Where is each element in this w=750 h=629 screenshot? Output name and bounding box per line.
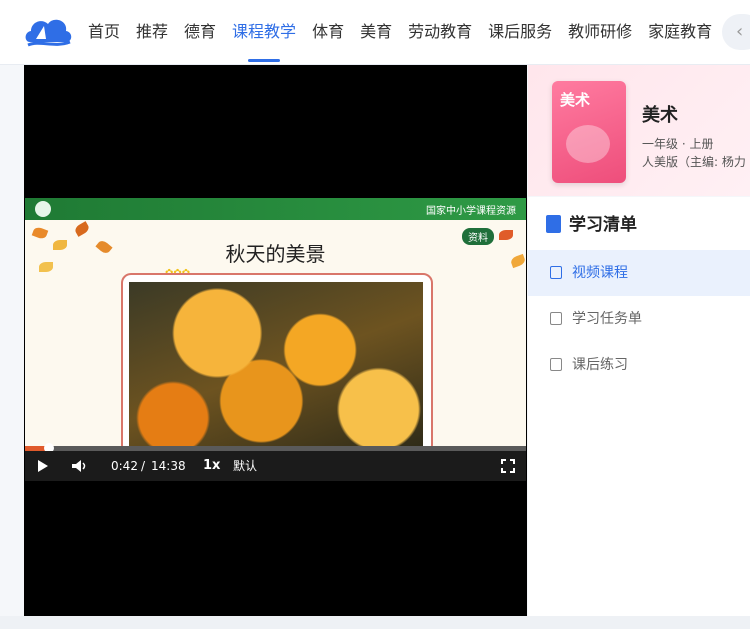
study-item-video-course[interactable]: 视频课程 <box>528 250 750 296</box>
document-icon <box>546 215 561 233</box>
video-frame[interactable]: 国家中小学课程资源 秋天的美景 资料 ✿✿✿ <box>25 198 526 448</box>
video-icon <box>550 266 562 279</box>
current-time: 0:42 <box>111 459 138 473</box>
page-bottom-strip <box>0 616 750 629</box>
player-controls: 0:42 / 14:38 1x 默认 <box>25 451 526 481</box>
nav-item-family[interactable]: 家庭教育 <box>648 0 712 64</box>
course-grade: 一年级 · 上册 <box>642 137 714 151</box>
duration: 14:38 <box>151 459 186 473</box>
nav-item-home[interactable]: 首页 <box>88 0 120 64</box>
logo-icon[interactable] <box>22 12 74 50</box>
speed-button[interactable]: 1x <box>203 451 220 481</box>
quality-button[interactable]: 默认 <box>233 451 257 481</box>
nav-item-moral[interactable]: 德育 <box>184 0 216 64</box>
study-item-label: 视频课程 <box>572 265 628 281</box>
course-name: 美术 <box>642 105 678 126</box>
autumn-maple-photo <box>129 282 423 448</box>
slide-header: 国家中小学课程资源 <box>25 198 526 220</box>
study-list-title-text: 学习清单 <box>569 215 637 235</box>
nav-item-recommend[interactable]: 推荐 <box>136 0 168 64</box>
play-icon[interactable] <box>37 459 49 473</box>
resource-tag: 资料 <box>462 228 494 245</box>
clipboard-icon <box>550 358 562 371</box>
study-list-panel: 学习清单 视频课程 学习任务单 课后练习 <box>528 197 750 616</box>
nav-item-teacher-training[interactable]: 教师研修 <box>568 0 632 64</box>
leaf-decoration <box>73 221 91 237</box>
slide-logo-icon <box>35 201 51 217</box>
course-edition: 人美版（主编: 杨力 <box>642 155 746 169</box>
slide-title: 秋天的美景 <box>225 242 326 266</box>
nav-item-sports[interactable]: 体育 <box>312 0 344 64</box>
fullscreen-icon[interactable] <box>501 459 515 473</box>
nav-item-arts[interactable]: 美育 <box>360 0 392 64</box>
time-separator: / <box>141 459 146 473</box>
slide-brand: 国家中小学课程资源 <box>426 206 516 217</box>
palette-icon <box>566 125 610 163</box>
volume-icon[interactable] <box>71 459 89 473</box>
video-player[interactable]: 国家中小学课程资源 秋天的美景 资料 ✿✿✿ 0:42 / 14:38 1x 默… <box>24 65 527 616</box>
course-cover: 美术 <box>552 81 626 183</box>
nav-item-course-teaching[interactable]: 课程教学 <box>232 0 296 64</box>
study-item-label: 学习任务单 <box>572 311 642 327</box>
study-item-task-sheet[interactable]: 学习任务单 <box>528 296 750 342</box>
course-info-card: 美术 美术 一年级 · 上册 人美版（主编: 杨力 <box>528 65 750 196</box>
study-item-homework[interactable]: 课后练习 <box>528 342 750 388</box>
top-navbar: 首页 推荐 德育 课程教学 体育 美育 劳动教育 课后服务 教师研修 家庭教育 … <box>0 0 750 65</box>
clipboard-icon <box>550 312 562 325</box>
main-nav: 首页 推荐 德育 课程教学 体育 美育 劳动教育 课后服务 教师研修 家庭教育 <box>80 0 720 64</box>
cover-title: 美术 <box>560 91 591 109</box>
study-list-title: 学习清单 <box>546 213 637 237</box>
study-item-label: 课后练习 <box>572 357 628 373</box>
nav-item-after-school[interactable]: 课后服务 <box>488 0 552 64</box>
nav-item-labor[interactable]: 劳动教育 <box>408 0 472 64</box>
chevron-left-icon[interactable]: ‹ <box>722 14 750 50</box>
